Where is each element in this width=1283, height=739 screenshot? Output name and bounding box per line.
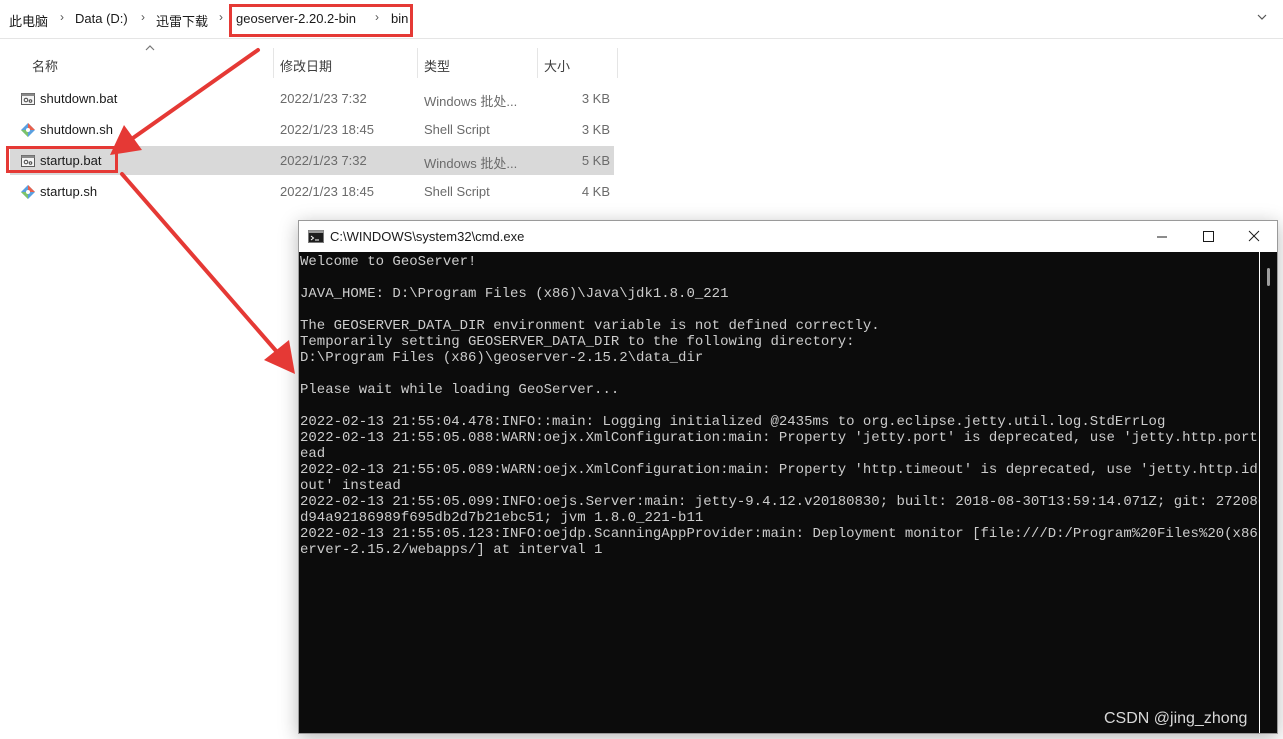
column-header-type[interactable]: 类型 xyxy=(424,56,450,75)
breadcrumb-data-drive[interactable]: Data (D:) xyxy=(75,11,128,26)
sort-ascending-icon xyxy=(145,45,155,51)
column-header-name[interactable]: 名称 xyxy=(32,56,58,75)
file-size: 5 KB xyxy=(581,153,610,168)
watermark: CSDN @jing_zhong xyxy=(1104,710,1248,727)
file-type: Shell Script xyxy=(424,122,490,137)
file-type: Windows 批处... xyxy=(424,156,518,171)
file-modified: 2022/1/23 18:45 xyxy=(280,122,374,137)
file-size: 3 KB xyxy=(581,91,610,106)
console-scrollbar[interactable] xyxy=(1260,252,1277,733)
breadcrumb-highlight-box xyxy=(229,4,413,37)
console-area[interactable]: Welcome to GeoServer! JAVA_HOME: D:\Prog… xyxy=(299,252,1259,733)
file-type: Shell Script xyxy=(424,184,490,199)
scrollbar-thumb[interactable] xyxy=(1267,268,1270,286)
breadcrumb-separator-icon: › xyxy=(219,10,223,24)
file-name: startup.sh xyxy=(40,184,98,199)
column-divider[interactable] xyxy=(273,48,274,78)
column-divider[interactable] xyxy=(537,48,538,78)
file-modified: 2022/1/23 7:32 xyxy=(280,153,367,168)
close-icon[interactable] xyxy=(1231,221,1277,252)
shell-script-icon xyxy=(21,123,35,137)
file-modified: 2022/1/23 18:45 xyxy=(280,184,374,199)
file-modified: 2022/1/23 7:32 xyxy=(280,91,367,106)
startup-bat-highlight-box xyxy=(6,146,118,173)
file-row-shutdown-sh[interactable]: shutdown.sh 2022/1/23 18:45 Shell Script… xyxy=(10,115,614,144)
console-output: Welcome to GeoServer! JAVA_HOME: D:\Prog… xyxy=(300,254,1259,558)
shell-script-icon xyxy=(21,185,35,199)
cmd-icon xyxy=(308,230,324,243)
cmd-title: C:\WINDOWS\system32\cmd.exe xyxy=(330,229,525,244)
minimize-icon[interactable] xyxy=(1139,221,1185,252)
address-bar[interactable]: 此电脑 › Data (D:) › 迅雷下载 › geoserver-2.20.… xyxy=(0,0,1283,39)
column-header-size[interactable]: 大小 xyxy=(544,56,570,75)
column-header-modified[interactable]: 修改日期 xyxy=(280,56,332,75)
file-size: 4 KB xyxy=(581,184,610,199)
breadcrumb-this-pc[interactable]: 此电脑 xyxy=(9,11,48,30)
maximize-icon[interactable] xyxy=(1185,221,1231,252)
file-row-shutdown-bat[interactable]: shutdown.bat 2022/1/23 7:32 Windows 批处..… xyxy=(10,84,614,113)
address-dropdown-icon[interactable] xyxy=(1257,12,1267,22)
breadcrumb-separator-icon: › xyxy=(141,10,145,24)
file-row-startup-sh[interactable]: startup.sh 2022/1/23 18:45 Shell Script … xyxy=(10,177,614,206)
file-name: shutdown.sh xyxy=(40,122,113,137)
batch-file-icon xyxy=(21,93,35,105)
column-divider[interactable] xyxy=(417,48,418,78)
cmd-window[interactable]: C:\WINDOWS\system32\cmd.exe Welcome to G… xyxy=(298,220,1278,734)
cmd-title-bar[interactable]: C:\WINDOWS\system32\cmd.exe xyxy=(299,221,1277,252)
file-type: Windows 批处... xyxy=(424,94,518,109)
column-divider[interactable] xyxy=(617,48,618,78)
breadcrumb-xunlei-download[interactable]: 迅雷下载 xyxy=(156,11,208,30)
breadcrumb-separator-icon: › xyxy=(60,10,64,24)
file-size: 3 KB xyxy=(581,122,610,137)
file-name: shutdown.bat xyxy=(40,91,118,106)
